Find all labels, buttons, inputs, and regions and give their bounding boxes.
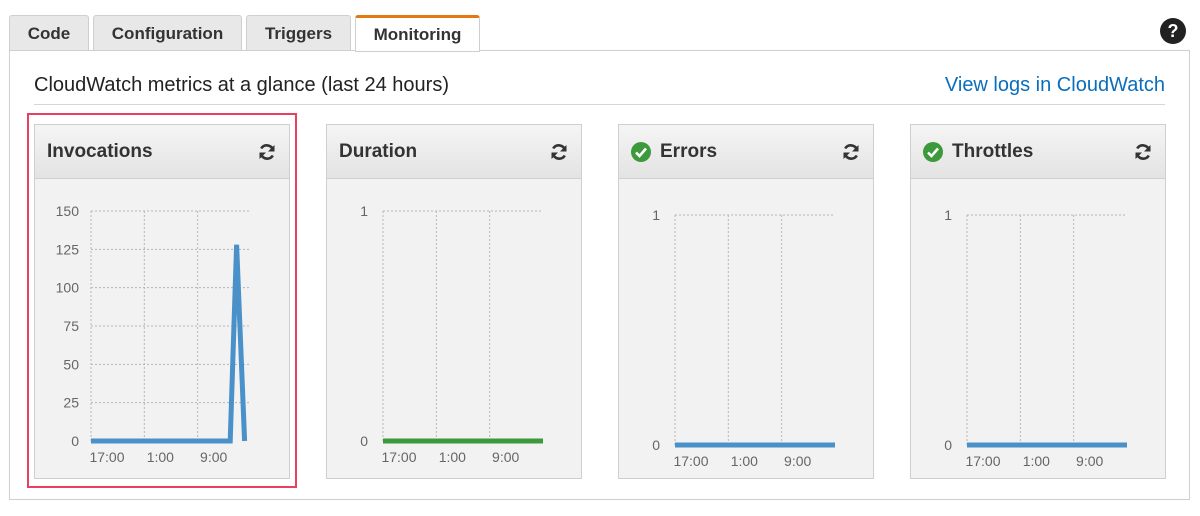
card-title: Invocations	[47, 140, 153, 162]
card-title: Errors	[660, 140, 718, 162]
invocations-card: Invocations 0 25 50 75 100 125 150 17:00 1:00 9:0…	[34, 124, 290, 479]
tab-monitoring[interactable]: Monitoring	[355, 15, 480, 52]
question-circle-icon[interactable]: ?	[1160, 18, 1186, 44]
x-tick-label: 1:00	[147, 449, 174, 465]
y-tick-label: 125	[56, 241, 80, 257]
x-tick-label: 17:00	[381, 449, 416, 465]
y-tick-label: 1	[944, 207, 952, 223]
x-tick-label: 1:00	[1023, 453, 1050, 469]
y-tick-label: 50	[63, 356, 79, 372]
card-title: Duration	[339, 140, 418, 162]
x-tick-label: 1:00	[439, 449, 466, 465]
y-tick-label: 0	[944, 437, 952, 453]
tab-label: Code	[27, 23, 71, 43]
card-header: Errors	[619, 125, 873, 179]
x-tick-label: 9:00	[492, 449, 519, 465]
y-tick-label: 25	[63, 395, 79, 411]
y-tick-label: 75	[63, 318, 79, 334]
tab-code[interactable]: Code	[9, 15, 89, 51]
card-title: Throttles	[952, 140, 1034, 162]
x-tick-label: 17:00	[673, 453, 708, 469]
invocations-chart: 0 25 50 75 100 125 150 17:00 1:00 9:00	[56, 203, 251, 465]
y-tick-label: 0	[71, 433, 79, 449]
y-tick-label: 1	[360, 203, 368, 219]
tab-label: Monitoring	[373, 24, 462, 44]
tab-configuration[interactable]: Configuration	[93, 15, 242, 51]
tab-label: Configuration	[111, 23, 224, 43]
refresh-icon[interactable]	[841, 142, 861, 162]
check-circle-icon	[631, 141, 651, 162]
view-logs-link[interactable]: View logs in CloudWatch	[945, 74, 1165, 97]
x-tick-label: 9:00	[200, 449, 227, 465]
x-tick-label: 9:00	[1076, 453, 1103, 469]
refresh-icon[interactable]	[257, 142, 277, 162]
throttles-card: Throttles 0 1 17:00 1:00 9:00	[910, 124, 1166, 479]
errors-chart: 0 1 17:00 1:00 9:00	[652, 207, 835, 469]
series-line	[91, 244, 248, 444]
tab-triggers[interactable]: Triggers	[246, 15, 351, 51]
card-header: Throttles	[911, 125, 1165, 179]
tab-label: Triggers	[264, 23, 333, 43]
x-tick-label: 17:00	[89, 449, 124, 465]
y-tick-label: 100	[56, 280, 80, 296]
duration-chart: 0 1 17:00 1:00 9:00	[360, 203, 543, 465]
y-tick-label: 0	[652, 437, 660, 453]
svg-text:?: ?	[1168, 21, 1179, 41]
errors-card: Errors 0 1 17:00 1:00 9:00	[618, 124, 874, 479]
refresh-icon[interactable]	[549, 142, 569, 162]
x-tick-label: 9:00	[784, 453, 811, 469]
card-header: Duration	[327, 125, 581, 179]
check-circle-icon	[923, 141, 943, 162]
metrics-heading: CloudWatch metrics at a glance (last 24 …	[34, 74, 449, 96]
x-tick-label: 1:00	[731, 453, 758, 469]
divider	[34, 104, 1165, 105]
refresh-icon[interactable]	[1133, 142, 1153, 162]
y-tick-label: 0	[360, 433, 368, 449]
card-header: Invocations	[35, 125, 289, 179]
y-tick-label: 150	[56, 203, 80, 219]
duration-card: Duration 0 1 17:00 1:00 9:00	[326, 124, 582, 479]
x-tick-label: 17:00	[965, 453, 1000, 469]
throttles-chart: 0 1 17:00 1:00 9:00	[944, 207, 1127, 469]
y-tick-label: 1	[652, 207, 660, 223]
